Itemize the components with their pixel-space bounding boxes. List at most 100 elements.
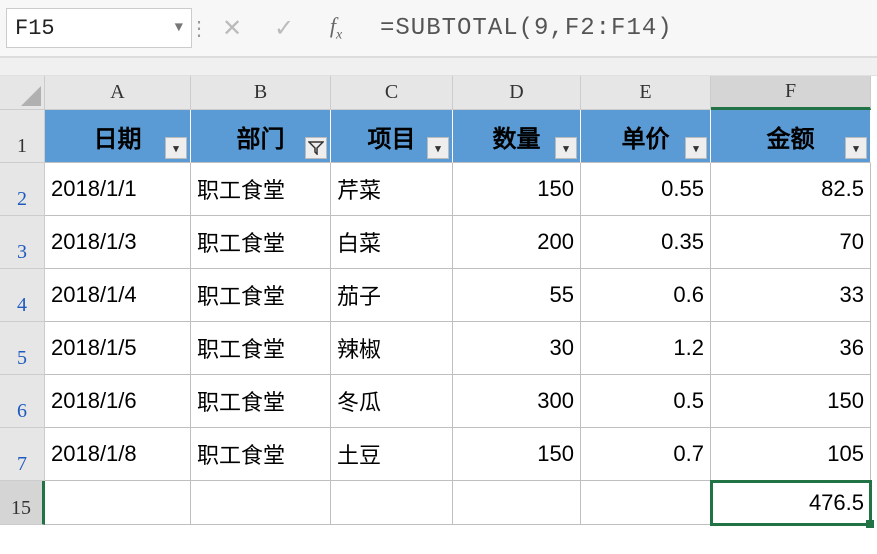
col-header-F[interactable]: F [711, 76, 871, 110]
cell-F3[interactable]: 70 [711, 216, 871, 269]
filter-button-active[interactable] [305, 137, 327, 159]
cell-A6[interactable]: 2018/1/6 [45, 375, 191, 428]
cell-C4[interactable]: 茄子 [331, 269, 453, 322]
formula-text: =SUBTOTAL(9,F2:F14) [380, 15, 673, 42]
cell-A7[interactable]: 2018/1/8 [45, 428, 191, 481]
filter-button[interactable]: ▾ [845, 137, 867, 159]
row-header-4[interactable]: 4 [0, 269, 45, 322]
cell-A5[interactable]: 2018/1/5 [45, 322, 191, 375]
column-F: F 金额 ▾ 82.5 70 33 36 150 105 476.5 [711, 76, 871, 525]
fx-icon: fx [330, 13, 342, 43]
header-cell-price[interactable]: 单价 ▾ [581, 110, 711, 163]
column-B: B 部门 职工食堂 职工食堂 职工食堂 职工食堂 职工食堂 职工食堂 [191, 76, 331, 525]
chevron-down-icon: ▾ [693, 142, 699, 155]
cell-C3[interactable]: 白菜 [331, 216, 453, 269]
cell-B15[interactable] [191, 481, 331, 525]
cell-F4[interactable]: 33 [711, 269, 871, 322]
row-header-2[interactable]: 2 [0, 163, 45, 216]
filter-button[interactable]: ▾ [685, 137, 707, 159]
confirm-formula-button[interactable]: ✓ [258, 8, 310, 48]
cell-E5[interactable]: 1.2 [581, 322, 711, 375]
spreadsheet-grid: 1 2 3 4 5 6 7 15 A 日期 ▾ 2018/1/1 2018/1/… [0, 76, 877, 525]
ribbon-spacer [0, 58, 877, 76]
col-header-A[interactable]: A [45, 76, 191, 110]
cell-D15[interactable] [453, 481, 581, 525]
cell-A4[interactable]: 2018/1/4 [45, 269, 191, 322]
cell-F2[interactable]: 82.5 [711, 163, 871, 216]
column-A: A 日期 ▾ 2018/1/1 2018/1/3 2018/1/4 2018/1… [45, 76, 191, 525]
header-label: 单价 [622, 119, 670, 154]
cell-D6[interactable]: 300 [453, 375, 581, 428]
name-box[interactable]: F15 ▼ [6, 8, 192, 48]
cell-E7[interactable]: 0.7 [581, 428, 711, 481]
cell-C2[interactable]: 芹菜 [331, 163, 453, 216]
cell-C6[interactable]: 冬瓜 [331, 375, 453, 428]
col-header-B[interactable]: B [191, 76, 331, 110]
cell-E15[interactable] [581, 481, 711, 525]
cell-A3[interactable]: 2018/1/3 [45, 216, 191, 269]
insert-function-button[interactable]: fx [310, 8, 362, 48]
filter-button[interactable]: ▾ [427, 137, 449, 159]
column-C: C 项目 ▾ 芹菜 白菜 茄子 辣椒 冬瓜 土豆 [331, 76, 453, 525]
chevron-down-icon: ▾ [173, 142, 179, 155]
cell-F6[interactable]: 150 [711, 375, 871, 428]
cell-F7[interactable]: 105 [711, 428, 871, 481]
formula-input[interactable]: =SUBTOTAL(9,F2:F14) [362, 8, 877, 48]
row-header-6[interactable]: 6 [0, 375, 45, 428]
cell-D4[interactable]: 55 [453, 269, 581, 322]
header-cell-amount[interactable]: 金额 ▾ [711, 110, 871, 163]
cell-B2[interactable]: 职工食堂 [191, 163, 331, 216]
select-all-corner[interactable] [0, 76, 45, 110]
column-E: E 单价 ▾ 0.55 0.35 0.6 1.2 0.5 0.7 [581, 76, 711, 525]
row-header-7[interactable]: 7 [0, 428, 45, 481]
chevron-down-icon: ▾ [853, 142, 859, 155]
filter-button[interactable]: ▾ [555, 137, 577, 159]
row-header-column: 1 2 3 4 5 6 7 15 [0, 76, 45, 525]
funnel-icon [308, 141, 324, 155]
chevron-down-icon[interactable]: ▼ [175, 20, 183, 36]
cell-C7[interactable]: 土豆 [331, 428, 453, 481]
header-cell-date[interactable]: 日期 ▾ [45, 110, 191, 163]
cell-F15-selected[interactable]: 476.5 [711, 481, 871, 525]
check-icon: ✓ [274, 14, 294, 43]
col-header-E[interactable]: E [581, 76, 711, 110]
formula-bar: F15 ▼ ⋮ ✕ ✓ fx =SUBTOTAL(9,F2:F14) [0, 0, 877, 58]
row-header-3[interactable]: 3 [0, 216, 45, 269]
header-label: 部门 [237, 119, 285, 154]
cell-D7[interactable]: 150 [453, 428, 581, 481]
cell-B3[interactable]: 职工食堂 [191, 216, 331, 269]
column-D: D 数量 ▾ 150 200 55 30 300 150 [453, 76, 581, 525]
cell-B6[interactable]: 职工食堂 [191, 375, 331, 428]
row-header-5[interactable]: 5 [0, 322, 45, 375]
cell-E6[interactable]: 0.5 [581, 375, 711, 428]
filter-button[interactable]: ▾ [165, 137, 187, 159]
header-label: 数量 [493, 119, 541, 154]
cell-B5[interactable]: 职工食堂 [191, 322, 331, 375]
cell-A2[interactable]: 2018/1/1 [45, 163, 191, 216]
cell-E3[interactable]: 0.35 [581, 216, 711, 269]
col-header-D[interactable]: D [453, 76, 581, 110]
cell-E2[interactable]: 0.55 [581, 163, 711, 216]
cell-D3[interactable]: 200 [453, 216, 581, 269]
row-header-1[interactable]: 1 [0, 110, 45, 163]
header-cell-dept[interactable]: 部门 [191, 110, 331, 163]
cell-F5[interactable]: 36 [711, 322, 871, 375]
header-cell-qty[interactable]: 数量 ▾ [453, 110, 581, 163]
cell-C15[interactable] [331, 481, 453, 525]
chevron-down-icon: ▾ [435, 142, 441, 155]
cell-B7[interactable]: 职工食堂 [191, 428, 331, 481]
cell-B4[interactable]: 职工食堂 [191, 269, 331, 322]
close-icon: ✕ [222, 14, 242, 43]
cell-C5[interactable]: 辣椒 [331, 322, 453, 375]
cancel-formula-button[interactable]: ✕ [206, 8, 258, 48]
row-header-15[interactable]: 15 [0, 481, 45, 525]
separator-dots-icon: ⋮ [192, 8, 206, 48]
header-label: 项目 [368, 119, 416, 154]
cell-D5[interactable]: 30 [453, 322, 581, 375]
header-cell-item[interactable]: 项目 ▾ [331, 110, 453, 163]
header-label: 金额 [767, 119, 815, 154]
cell-E4[interactable]: 0.6 [581, 269, 711, 322]
cell-A15[interactable] [45, 481, 191, 525]
cell-D2[interactable]: 150 [453, 163, 581, 216]
col-header-C[interactable]: C [331, 76, 453, 110]
